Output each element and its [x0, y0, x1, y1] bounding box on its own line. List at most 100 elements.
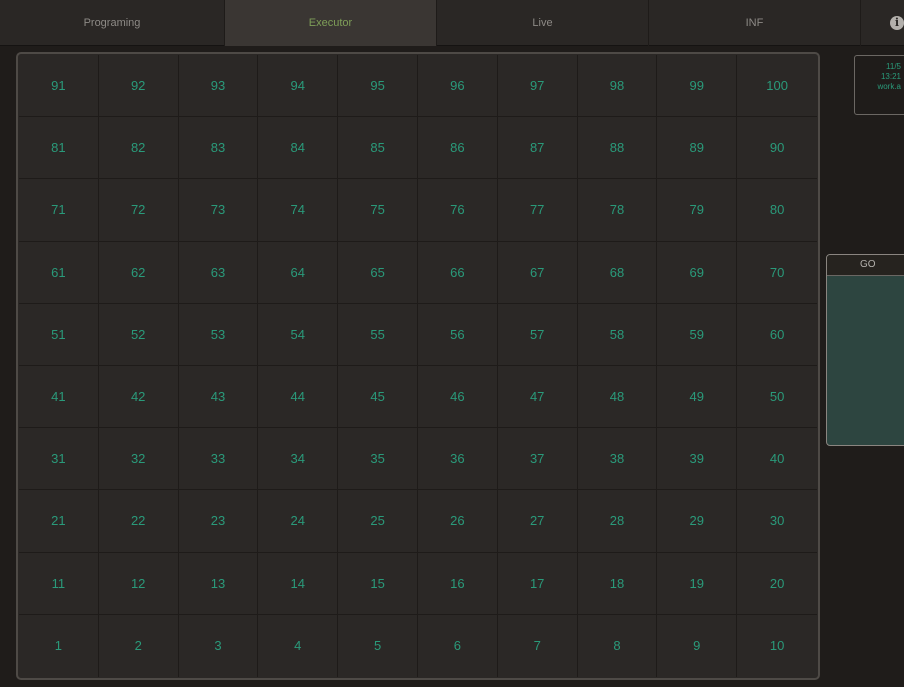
tab-programing[interactable]: Programing: [0, 0, 225, 46]
executor-button[interactable]: 79: [657, 179, 738, 242]
executor-button[interactable]: 75: [338, 179, 418, 242]
executor-button[interactable]: 92: [98, 55, 179, 118]
executor-button[interactable]: 53: [178, 303, 259, 366]
executor-button[interactable]: 89: [657, 117, 738, 180]
executor-button[interactable]: 38: [577, 428, 658, 491]
executor-button[interactable]: 11: [19, 552, 99, 615]
executor-button[interactable]: 98: [577, 55, 658, 118]
executor-button[interactable]: 65: [338, 241, 418, 304]
executor-button[interactable]: 43: [178, 366, 259, 429]
executor-button[interactable]: 60: [737, 304, 817, 366]
go-button[interactable]: GO: [826, 254, 904, 446]
executor-button[interactable]: 46: [418, 366, 498, 429]
executor-button[interactable]: 71: [19, 179, 99, 242]
executor-button[interactable]: 61: [19, 241, 99, 304]
executor-button[interactable]: 39: [657, 428, 738, 491]
executor-button[interactable]: 51: [19, 303, 99, 366]
executor-button[interactable]: 12: [98, 552, 179, 615]
executor-button[interactable]: 33: [178, 428, 259, 491]
executor-button[interactable]: 59: [657, 303, 738, 366]
executor-button[interactable]: 16: [418, 552, 498, 615]
executor-button[interactable]: 44: [258, 366, 339, 429]
info-tab[interactable]: i: [861, 0, 904, 46]
executor-button[interactable]: 8: [578, 614, 658, 677]
executor-button[interactable]: 56: [418, 303, 498, 366]
executor-button[interactable]: 4: [258, 614, 339, 677]
executor-button[interactable]: 3: [179, 614, 259, 677]
executor-button[interactable]: 19: [657, 552, 738, 615]
executor-button[interactable]: 35: [338, 428, 418, 491]
executor-button[interactable]: 28: [577, 490, 658, 553]
executor-button[interactable]: 17: [497, 552, 578, 615]
executor-button[interactable]: 37: [497, 428, 578, 491]
info-icon[interactable]: i: [890, 16, 904, 30]
executor-button[interactable]: 74: [258, 179, 339, 242]
executor-button[interactable]: 25: [338, 490, 418, 553]
executor-button[interactable]: 15: [338, 552, 418, 615]
executor-button[interactable]: 34: [258, 428, 339, 491]
executor-button[interactable]: 9: [657, 614, 738, 677]
executor-button[interactable]: 42: [98, 366, 179, 429]
executor-button[interactable]: 73: [178, 179, 259, 242]
executor-button[interactable]: 58: [577, 303, 658, 366]
executor-button[interactable]: 91: [19, 55, 99, 118]
executor-button[interactable]: 55: [338, 303, 418, 366]
executor-button[interactable]: 31: [19, 428, 99, 491]
executor-button[interactable]: 64: [258, 241, 339, 304]
executor-button[interactable]: 76: [418, 179, 498, 242]
executor-button[interactable]: 47: [497, 366, 578, 429]
executor-button[interactable]: 30: [737, 490, 817, 553]
tab-inf[interactable]: INF: [649, 0, 861, 46]
executor-button[interactable]: 21: [19, 490, 99, 553]
executor-button[interactable]: 84: [258, 117, 339, 180]
executor-button[interactable]: 6: [418, 614, 498, 677]
executor-button[interactable]: 97: [497, 55, 578, 118]
executor-button[interactable]: 24: [258, 490, 339, 553]
executor-button[interactable]: 80: [737, 179, 817, 242]
tab-executor[interactable]: Executor: [225, 0, 437, 46]
executor-button[interactable]: 32: [98, 428, 179, 491]
executor-button[interactable]: 67: [497, 241, 578, 304]
executor-button[interactable]: 36: [418, 428, 498, 491]
executor-button[interactable]: 72: [98, 179, 179, 242]
executor-button[interactable]: 69: [657, 241, 738, 304]
executor-button[interactable]: 26: [418, 490, 498, 553]
executor-button[interactable]: 7: [498, 614, 578, 677]
executor-button[interactable]: 49: [657, 366, 738, 429]
executor-button[interactable]: 77: [497, 179, 578, 242]
executor-button[interactable]: 66: [418, 241, 498, 304]
tab-live[interactable]: Live: [437, 0, 649, 46]
executor-button[interactable]: 27: [497, 490, 578, 553]
executor-button[interactable]: 94: [258, 55, 339, 118]
executor-button[interactable]: 18: [577, 552, 658, 615]
executor-button[interactable]: 70: [737, 242, 817, 304]
executor-button[interactable]: 88: [577, 117, 658, 180]
executor-button[interactable]: 96: [418, 55, 498, 118]
executor-button[interactable]: 82: [98, 117, 179, 180]
executor-button[interactable]: 29: [657, 490, 738, 553]
executor-button[interactable]: 40: [737, 428, 817, 491]
executor-button[interactable]: 23: [178, 490, 259, 553]
executor-button[interactable]: 1: [19, 614, 99, 677]
executor-button[interactable]: 68: [577, 241, 658, 304]
executor-button[interactable]: 100: [737, 55, 817, 118]
executor-button[interactable]: 5: [338, 614, 418, 677]
executor-button[interactable]: 63: [178, 241, 259, 304]
executor-button[interactable]: 45: [338, 366, 418, 429]
executor-button[interactable]: 85: [338, 117, 418, 180]
executor-button[interactable]: 83: [178, 117, 259, 180]
executor-button[interactable]: 48: [577, 366, 658, 429]
executor-button[interactable]: 78: [577, 179, 658, 242]
executor-button[interactable]: 52: [98, 303, 179, 366]
executor-button[interactable]: 95: [338, 55, 418, 118]
executor-button[interactable]: 54: [258, 303, 339, 366]
executor-button[interactable]: 50: [737, 366, 817, 429]
executor-button[interactable]: 13: [178, 552, 259, 615]
executor-button[interactable]: 86: [418, 117, 498, 180]
executor-button[interactable]: 14: [258, 552, 339, 615]
executor-button[interactable]: 93: [178, 55, 259, 118]
executor-button[interactable]: 99: [657, 55, 738, 118]
executor-button[interactable]: 62: [98, 241, 179, 304]
executor-button[interactable]: 87: [497, 117, 578, 180]
executor-button[interactable]: 90: [737, 117, 817, 180]
